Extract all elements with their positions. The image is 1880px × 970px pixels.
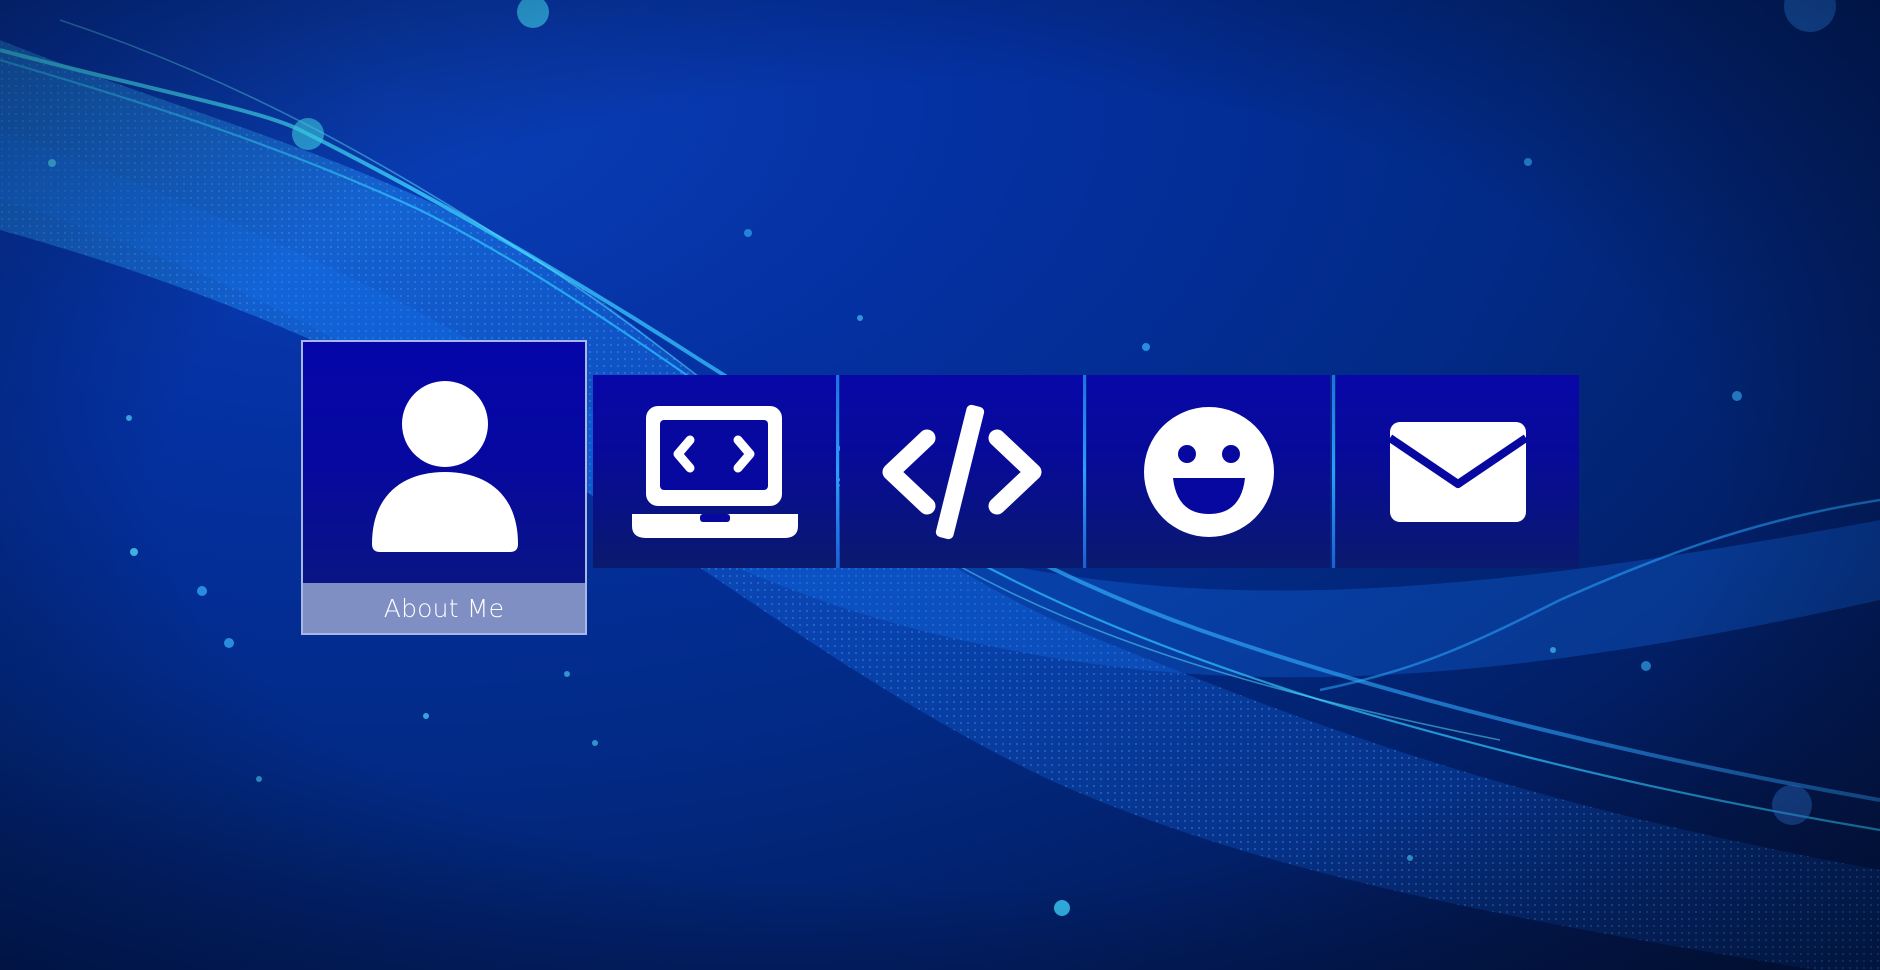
menu-item-about-me[interactable]: About Me <box>301 340 587 635</box>
menu-item-projects[interactable] <box>593 375 836 568</box>
code-icon <box>840 375 1083 568</box>
user-icon <box>303 342 585 585</box>
menu-item-contact[interactable] <box>1336 375 1579 568</box>
laptop-code-icon <box>593 375 836 568</box>
menu-item-code[interactable] <box>840 375 1083 568</box>
main-menu: About Me <box>0 0 1880 970</box>
smile-icon <box>1087 375 1330 568</box>
menu-item-label: About Me <box>303 583 585 633</box>
tile-divider <box>1083 375 1086 568</box>
envelope-icon <box>1336 375 1579 568</box>
menu-item-hobbies[interactable] <box>1087 375 1330 568</box>
tile-divider <box>1332 375 1335 568</box>
tile-divider <box>836 375 839 568</box>
